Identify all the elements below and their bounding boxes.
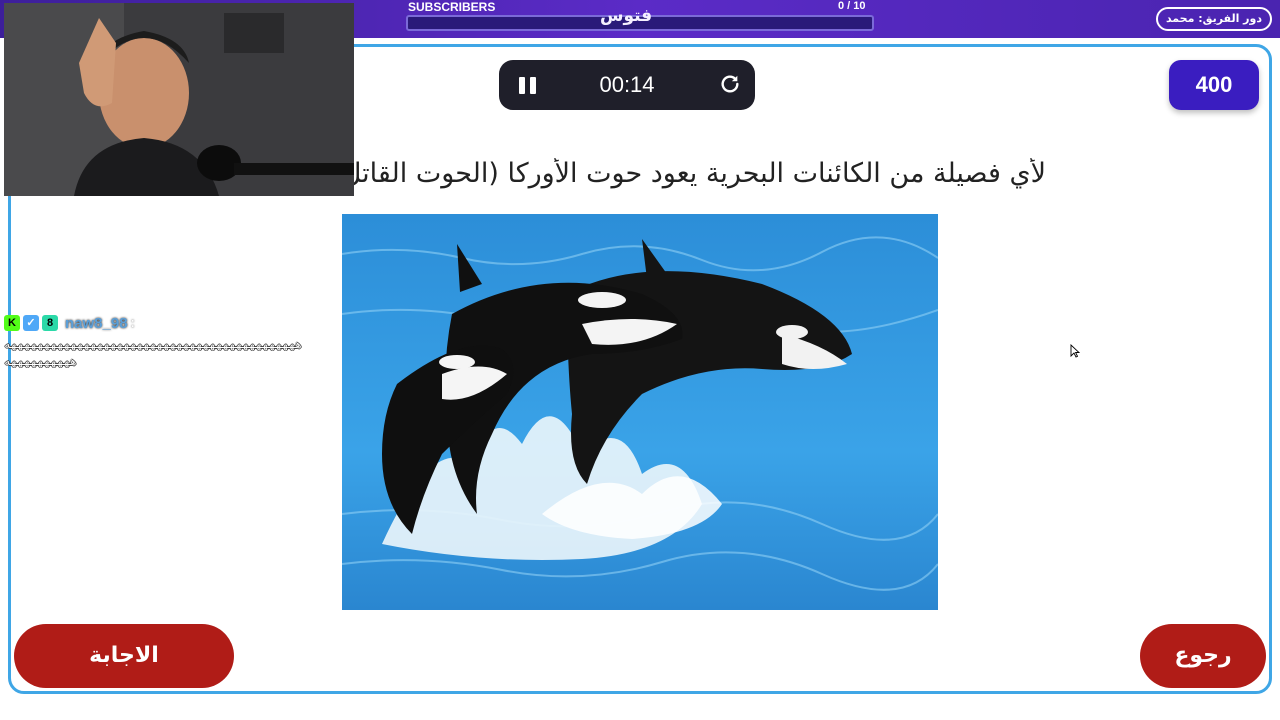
refresh-icon[interactable] bbox=[719, 73, 741, 95]
chat-username: naw8_98 bbox=[65, 314, 128, 332]
subscribers-count: 0 / 10 bbox=[838, 0, 866, 12]
verified-badge-icon: ✓ bbox=[23, 315, 39, 331]
timer-widget: 00:14 bbox=[499, 60, 755, 110]
kick-badge-icon: K bbox=[4, 315, 20, 331]
question-text: لأي فصيلة من الكائنات البحرية يعود حوت ا… bbox=[340, 158, 1046, 189]
chat-message-line2: ههههههههههه bbox=[4, 355, 78, 368]
timer-display: 00:14 bbox=[599, 72, 655, 97]
brand-logo: فتوس bbox=[600, 6, 653, 26]
subscribers-label: SUBSCRIBERS bbox=[408, 0, 496, 14]
points-badge: 400 bbox=[1169, 60, 1259, 110]
team-turn-badge: دور الفريق: محمد bbox=[1155, 7, 1272, 31]
subscriber-badge-icon: 8 bbox=[42, 315, 58, 331]
webcam-overlay bbox=[4, 3, 354, 196]
chat-message-line1: هههههههههههههههههههههههههههههههههههههههه… bbox=[4, 338, 304, 351]
mouse-cursor-icon bbox=[1070, 344, 1080, 358]
answer-button[interactable]: الاجابة bbox=[14, 624, 234, 688]
orca-photo bbox=[342, 214, 938, 610]
back-button[interactable]: رجوع bbox=[1140, 624, 1266, 688]
chat-separator: : bbox=[130, 315, 135, 331]
chat-message-header: K ✓ 8 naw8_98 : bbox=[4, 312, 354, 334]
chat-overlay: K ✓ 8 naw8_98 : هههههههههههههههههههههههه… bbox=[4, 312, 354, 368]
